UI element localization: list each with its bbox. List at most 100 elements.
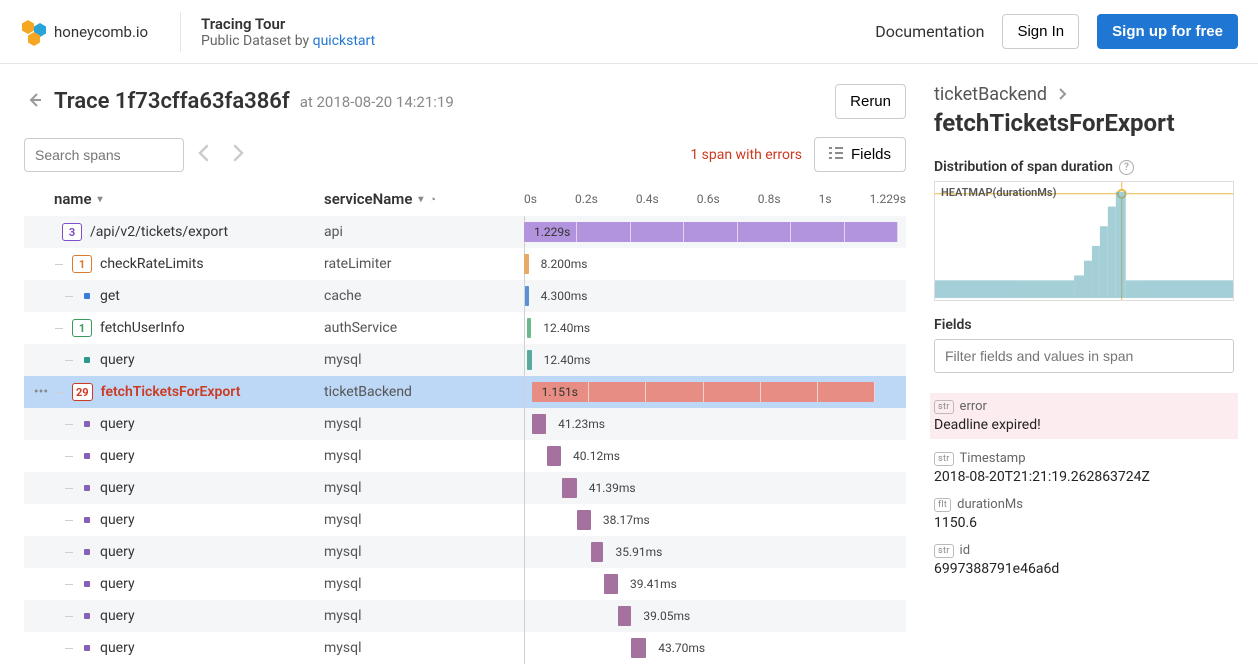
span-row[interactable]: •••querymysql41.39ms — [24, 472, 906, 504]
leaf-dot-icon — [84, 581, 90, 587]
next-arrow-icon[interactable] — [230, 143, 246, 167]
span-errors-text[interactable]: 1 span with errors — [690, 147, 802, 163]
search-spans-input[interactable] — [24, 138, 184, 172]
duration-bar — [532, 382, 876, 402]
duration-bar — [577, 510, 590, 530]
divider — [180, 12, 181, 52]
span-row[interactable]: •••querymysql12.40ms — [24, 344, 906, 376]
leaf-dot-icon — [84, 421, 90, 427]
field-row[interactable]: strid6997388791e46a6d — [934, 543, 1234, 577]
trace-header: Trace 1f73cffa63fa386f at 2018-08-20 14:… — [24, 84, 906, 119]
duration-label: 1.151s — [542, 385, 578, 399]
duration-bar — [591, 542, 604, 562]
span-name-label: query — [100, 576, 135, 592]
filter-icon: ◔ — [429, 193, 436, 206]
sign-up-button[interactable]: Sign up for free — [1097, 14, 1238, 49]
heatmap-chart[interactable]: HEATMAP(durationMs) — [934, 181, 1234, 301]
leaf-dot-icon — [84, 645, 90, 651]
svg-text:honeycomb.io: honeycomb.io — [54, 23, 148, 41]
span-name-title: fetchTicketsForExport — [934, 109, 1234, 137]
span-timeline-cell: 38.17ms — [524, 504, 906, 536]
span-timeline-cell: 8.200ms — [524, 248, 906, 280]
span-row[interactable]: •••1checkRateLimitsrateLimiter8.200ms — [24, 248, 906, 280]
child-count-badge[interactable]: 3 — [62, 223, 82, 241]
span-row[interactable]: •••querymysql39.41ms — [24, 568, 906, 600]
duration-bar — [532, 414, 547, 434]
column-service-header[interactable]: serviceName ▾ ◔ — [324, 190, 524, 208]
timeline-tick: 0s — [524, 192, 537, 206]
trace-title: Trace 1f73cffa63fa386f — [54, 89, 290, 114]
span-service-cell: mysql — [324, 576, 524, 592]
prev-arrow-icon[interactable] — [196, 143, 212, 167]
span-name-label: query — [100, 448, 135, 464]
child-count-badge[interactable]: 1 — [72, 255, 92, 273]
timeline-tick: 0.2s — [575, 192, 598, 206]
leaf-dot-icon — [84, 293, 90, 299]
span-row[interactable]: •••29fetchTicketsForExportticketBackend1… — [24, 376, 906, 408]
span-name-label: query — [100, 416, 135, 432]
dataset-title-block: Tracing Tour Public Dataset by quickstar… — [201, 15, 375, 49]
field-value: 6997388791e46a6d — [934, 561, 1234, 577]
span-row[interactable]: •••querymysql43.70ms — [24, 632, 906, 664]
span-row[interactable]: •••1fetchUserInfoauthService12.40ms — [24, 312, 906, 344]
span-row[interactable]: •••querymysql40.12ms — [24, 440, 906, 472]
span-timeline-cell: 4.300ms — [524, 280, 906, 312]
sign-in-button[interactable]: Sign In — [1002, 14, 1079, 49]
span-service-cell: mysql — [324, 544, 524, 560]
duration-label: 40.12ms — [573, 449, 620, 463]
span-row[interactable]: •••3/api/v2/tickets/exportapi1.229s — [24, 216, 906, 248]
span-name-cell: 29fetchTicketsForExport — [54, 383, 324, 401]
span-name-cell: 1 checkRateLimits — [54, 255, 324, 273]
span-service-cell: mysql — [324, 608, 524, 624]
field-row[interactable]: strerrorDeadline expired! — [930, 393, 1238, 439]
span-row[interactable]: •••querymysql38.17ms — [24, 504, 906, 536]
duration-label: 41.39ms — [589, 481, 636, 495]
duration-bar — [527, 318, 532, 338]
timeline-tick: 0.6s — [697, 192, 720, 206]
duration-label: 8.200ms — [541, 257, 588, 271]
span-row[interactable]: •••querymysql35.91ms — [24, 536, 906, 568]
duration-label: 4.300ms — [541, 289, 588, 303]
duration-bar — [562, 478, 577, 498]
help-icon[interactable]: ? — [1119, 160, 1134, 175]
duration-bar — [631, 638, 646, 658]
duration-label: 1.229s — [534, 225, 570, 239]
documentation-link[interactable]: Documentation — [875, 22, 984, 41]
span-name-cell: query — [54, 352, 324, 368]
span-timeline-cell: 12.40ms — [524, 344, 906, 376]
field-value: Deadline expired! — [934, 417, 1234, 433]
field-row[interactable]: fltdurationMs1150.6 — [934, 497, 1234, 531]
span-name-cell: query — [54, 480, 324, 496]
rerun-button[interactable]: Rerun — [835, 84, 906, 119]
field-row[interactable]: strTimestamp2018-08-20T21:21:19.26286372… — [934, 451, 1234, 485]
column-name-header[interactable]: name ▾ — [54, 190, 324, 208]
duration-label: 39.05ms — [643, 609, 690, 623]
child-count-badge[interactable]: 1 — [72, 319, 92, 337]
span-name-cell: 1fetchUserInfo — [54, 319, 324, 337]
fields-button[interactable]: Fields — [814, 137, 906, 172]
span-row[interactable]: •••getcache4.300ms — [24, 280, 906, 312]
filter-fields-input[interactable] — [934, 339, 1234, 373]
child-count-badge[interactable]: 29 — [72, 383, 93, 401]
span-timeline-cell: 1.229s — [524, 216, 906, 248]
breadcrumb-service[interactable]: ticketBackend — [934, 84, 1047, 105]
row-menu-icon[interactable]: ••• — [28, 384, 54, 400]
span-name-cell: get — [54, 288, 324, 304]
span-row[interactable]: •••querymysql41.23ms — [24, 408, 906, 440]
span-name-label: get — [100, 288, 120, 304]
span-rows: •••3/api/v2/tickets/exportapi1.229s•••1c… — [24, 216, 906, 664]
span-name-cell: query — [54, 512, 324, 528]
detail-panel: ticketBackend fetchTicketsForExport Dist… — [934, 84, 1234, 664]
breadcrumb: ticketBackend — [934, 84, 1234, 105]
back-arrow-icon[interactable] — [24, 90, 44, 114]
span-name-label: checkRateLimits — [100, 256, 204, 272]
span-service-cell: mysql — [324, 512, 524, 528]
span-name-label: /api/v2/tickets/export — [90, 224, 228, 240]
logo[interactable]: honeycomb.io — [20, 18, 160, 46]
chevron-down-icon: ▾ — [418, 194, 423, 205]
span-row[interactable]: •••querymysql39.05ms — [24, 600, 906, 632]
duration-bar — [547, 446, 561, 466]
chevron-down-icon: ▾ — [98, 194, 103, 205]
dataset-link[interactable]: quickstart — [313, 33, 376, 49]
type-tag: str — [934, 400, 954, 414]
